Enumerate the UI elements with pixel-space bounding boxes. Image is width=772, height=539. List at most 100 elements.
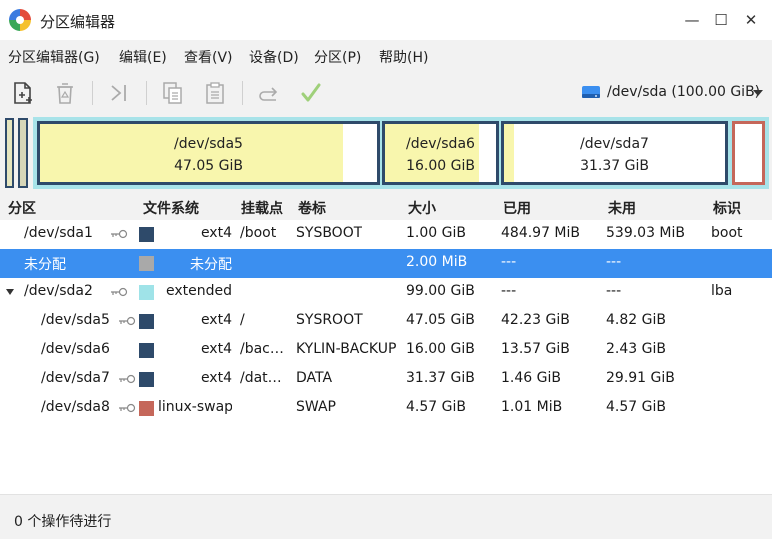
col-partition[interactable]: 分区 — [8, 198, 36, 218]
cell-partition: /dev/sda2 — [24, 283, 93, 299]
new-partition-icon[interactable] — [8, 78, 38, 108]
table-row[interactable]: /dev/sda6 ext4 /bac… KYLIN-BACKUP 16.00 … — [0, 336, 772, 365]
fs-color-swatch — [139, 372, 154, 387]
status-bar: 0 个操作待进行 — [0, 494, 772, 539]
menu-view[interactable]: 查看(V) — [184, 47, 233, 67]
menu-edit[interactable]: 编辑(E) — [119, 47, 167, 67]
cell-filesystem: extended — [165, 283, 232, 299]
cell-unused: --- — [606, 254, 622, 270]
cell-unused: 539.03 MiB — [606, 225, 686, 241]
apply-icon[interactable] — [296, 78, 326, 108]
cell-unused: --- — [606, 283, 622, 299]
diskmap-sda2-stub[interactable] — [18, 118, 28, 188]
expand-arrow-icon[interactable] — [6, 289, 14, 295]
delete-icon[interactable] — [50, 78, 80, 108]
diskmap-sda1[interactable] — [5, 118, 14, 188]
device-label: /dev/sda (100.00 GiB) — [607, 84, 761, 100]
copy-icon[interactable] — [158, 78, 188, 108]
menu-gparted[interactable]: 分区编辑器(G) — [8, 47, 100, 67]
cell-filesystem: 未分配 — [190, 257, 232, 273]
cell-filesystem: ext4 — [200, 341, 232, 357]
diskmap-sda6-size: 16.00 GiB — [406, 158, 475, 174]
col-used[interactable]: 已用 — [503, 198, 531, 218]
cell-used: 1.46 GiB — [501, 370, 561, 386]
window-title: 分区编辑器 — [40, 13, 116, 31]
cell-size: 4.57 GiB — [406, 399, 466, 415]
cell-size: 1.00 GiB — [406, 225, 466, 241]
cell-used: --- — [501, 283, 517, 299]
fs-color-swatch — [139, 343, 154, 358]
col-size[interactable]: 大小 — [408, 198, 436, 218]
cell-size: 47.05 GiB — [406, 312, 475, 328]
device-selector[interactable]: /dev/sda (100.00 GiB) — [573, 76, 767, 110]
lock-key-icon — [111, 287, 128, 297]
cell-filesystem: linux-swap — [158, 399, 232, 415]
cell-label: DATA — [296, 370, 333, 386]
partition-table-header: 分区 文件系统 挂载点 卷标 大小 已用 未用 标识 — [0, 194, 772, 220]
cell-partition: /dev/sda1 — [24, 225, 93, 241]
diskmap-sda5[interactable]: /dev/sda5 47.05 GiB — [37, 121, 380, 185]
table-row-selected[interactable]: 未分配 未分配 2.00 MiB --- --- — [0, 249, 772, 278]
diskmap-sda5-size: 47.05 GiB — [174, 158, 243, 174]
diskmap-sda6-name: /dev/sda6 — [406, 136, 475, 152]
cell-label: KYLIN-BACKUP — [296, 341, 397, 357]
cell-filesystem: ext4 — [200, 370, 232, 386]
menu-bar: 分区编辑器(G) 编辑(E) 查看(V) 设备(D) 分区(P) 帮助(H) — [0, 40, 772, 72]
menu-help[interactable]: 帮助(H) — [379, 47, 428, 67]
cell-filesystem: ext4 — [200, 225, 232, 241]
diskmap-sda7[interactable]: /dev/sda7 31.37 GiB — [501, 121, 728, 185]
title-bar: 分区编辑器 — ☐ ✕ — [0, 0, 772, 40]
paste-icon[interactable] — [200, 78, 230, 108]
resize-move-icon[interactable] — [104, 78, 134, 108]
partition-table: /dev/sda1 ext4 /boot SYSBOOT 1.00 GiB 48… — [0, 220, 772, 494]
chevron-down-icon — [753, 90, 763, 96]
close-button[interactable]: ✕ — [740, 9, 762, 31]
menu-device[interactable]: 设备(D) — [249, 47, 299, 67]
diskmap-sda6[interactable]: /dev/sda6 16.00 GiB — [382, 121, 499, 185]
fs-color-swatch — [139, 227, 154, 242]
table-row[interactable]: /dev/sda1 ext4 /boot SYSBOOT 1.00 GiB 48… — [0, 220, 772, 249]
col-mountpoint[interactable]: 挂载点 — [241, 198, 283, 218]
cell-used: 13.57 GiB — [501, 341, 570, 357]
table-row[interactable]: /dev/sda7 ext4 /dat… DATA 31.37 GiB 1.46… — [0, 365, 772, 394]
cell-used: --- — [501, 254, 517, 270]
hard-disk-icon — [582, 86, 600, 98]
table-row[interactable]: /dev/sda5 ext4 / SYSROOT 47.05 GiB 42.23… — [0, 307, 772, 336]
col-label[interactable]: 卷标 — [298, 198, 326, 218]
cell-partition: /dev/sda6 — [41, 341, 110, 357]
cell-filesystem: ext4 — [200, 312, 232, 328]
cell-unused: 4.82 GiB — [606, 312, 666, 328]
undo-icon[interactable] — [254, 78, 284, 108]
cell-mountpoint: / — [240, 312, 245, 328]
fs-color-swatch — [139, 256, 154, 271]
cell-partition: /dev/sda5 — [41, 312, 110, 328]
app-logo-icon — [9, 9, 31, 31]
cell-partition: /dev/sda7 — [41, 370, 110, 386]
cell-partition: 未分配 — [24, 257, 66, 273]
menu-partition[interactable]: 分区(P) — [314, 47, 361, 67]
cell-size: 2.00 MiB — [406, 254, 468, 270]
table-row[interactable]: /dev/sda2 extended 99.00 GiB --- --- lba — [0, 278, 772, 307]
cell-unused: 4.57 GiB — [606, 399, 666, 415]
cell-mountpoint: /boot — [240, 225, 277, 241]
toolbar: /dev/sda (100.00 GiB) — [0, 72, 772, 114]
lock-key-icon — [119, 403, 136, 413]
maximize-button[interactable]: ☐ — [710, 9, 732, 31]
toolbar-separator — [146, 81, 147, 105]
cell-label: SYSROOT — [296, 312, 363, 328]
cell-size: 16.00 GiB — [406, 341, 475, 357]
cell-used: 1.01 MiB — [501, 399, 563, 415]
cell-used: 484.97 MiB — [501, 225, 581, 241]
disk-map: /dev/sda5 47.05 GiB /dev/sda6 16.00 GiB … — [0, 114, 772, 194]
table-row[interactable]: /dev/sda8 linux-swap SWAP 4.57 GiB 1.01 … — [0, 394, 772, 423]
cell-size: 99.00 GiB — [406, 283, 475, 299]
cell-mountpoint: /bac… — [240, 341, 284, 357]
col-flags[interactable]: 标识 — [713, 198, 741, 218]
cell-unused: 29.91 GiB — [606, 370, 675, 386]
col-unused[interactable]: 未用 — [608, 198, 636, 218]
minimize-button[interactable]: — — [681, 9, 703, 31]
diskmap-sda8[interactable] — [732, 121, 765, 185]
toolbar-separator — [92, 81, 93, 105]
diskmap-extended[interactable]: /dev/sda5 47.05 GiB /dev/sda6 16.00 GiB … — [33, 117, 769, 189]
col-filesystem[interactable]: 文件系统 — [143, 198, 199, 218]
